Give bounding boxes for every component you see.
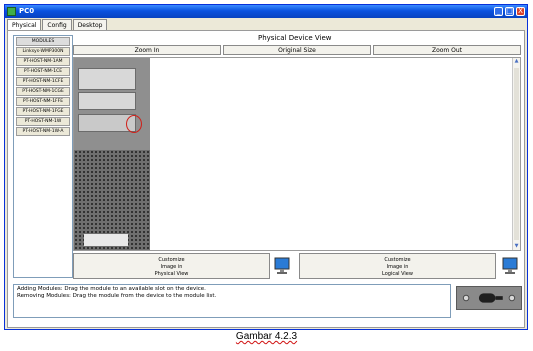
module-item[interactable]: PT-HOST-NM-1W-A (16, 127, 70, 136)
window-title: PC0 (19, 7, 35, 15)
original-size-button[interactable]: Original Size (223, 45, 371, 55)
module-item[interactable]: PT-HOST-NM-1FGE (16, 107, 70, 116)
scroll-down-arrow-icon[interactable]: ▼ (513, 243, 520, 250)
instruction-adding: Adding Modules: Drag the module to an av… (17, 286, 206, 292)
zoom-in-button[interactable]: Zoom In (73, 45, 221, 55)
module-item[interactable]: PT-HOST-NM-1W (16, 117, 70, 126)
customize-physical-line2: Image in (160, 264, 183, 270)
customize-logical-line2: Image in (386, 264, 409, 270)
module-preview-image (456, 286, 522, 310)
pc-tower-image (74, 58, 150, 250)
tab-config[interactable]: Config (42, 19, 72, 30)
scroll-up-arrow-icon[interactable]: ▲ (513, 58, 520, 65)
scrollbar-thumb[interactable] (514, 68, 519, 240)
module-item[interactable]: PT-HOST-NM-1CE (16, 67, 70, 76)
monitor-icon (274, 257, 290, 274)
figure-caption-text: Gambar 4.2.3 (235, 331, 298, 342)
tab-bar: Physical Config Desktop (7, 19, 108, 31)
monitor-icon (502, 257, 518, 274)
close-button[interactable]: X (516, 7, 525, 16)
customize-logical-view-button[interactable]: Customize Image in Logical View (299, 253, 496, 279)
tower-port-panel (84, 234, 128, 246)
physical-device-view-title: Physical Device View (258, 34, 332, 42)
drive-bay (78, 92, 136, 110)
pc0-window: PC0 _ □ X Physical Config Desktop MODULE… (4, 4, 528, 330)
app-icon (7, 7, 16, 16)
figure-caption: Gambar 4.2.3 (0, 330, 533, 344)
highlighted-slot-annotation (126, 115, 142, 133)
module-item[interactable]: Linksys-WMP300N (16, 47, 70, 56)
module-item[interactable]: PT-HOST-NM-1AM (16, 57, 70, 66)
module-item[interactable]: PT-HOST-NM-1FFE (16, 97, 70, 106)
module-item[interactable]: PT-HOST-NM-1CFE (16, 77, 70, 86)
customize-logical-line1: Customize (384, 257, 411, 263)
optical-drive-bay (78, 68, 136, 90)
module-item[interactable]: PT-HOST-NM-1CGE (16, 87, 70, 96)
module-list-header: MODULES (16, 37, 70, 46)
customize-physical-view-button[interactable]: Customize Image in Physical View (73, 253, 270, 279)
canvas-vertical-scrollbar[interactable]: ▲ ▼ (512, 58, 520, 250)
title-bar[interactable]: PC0 _ □ X (5, 5, 527, 18)
customize-physical-line3: Physical View (154, 271, 189, 277)
customize-physical-line1: Customize (158, 257, 185, 263)
module-list[interactable]: MODULES Linksys-WMP300N PT-HOST-NM-1AM P… (13, 35, 73, 278)
customize-logical-line3: Logical View (382, 271, 413, 277)
zoom-out-button[interactable]: Zoom Out (373, 45, 521, 55)
minimize-button[interactable]: _ (494, 7, 503, 16)
device-canvas[interactable]: ▲ ▼ (73, 57, 521, 251)
tab-desktop[interactable]: Desktop (72, 19, 108, 30)
maximize-button[interactable]: □ (505, 7, 514, 16)
instruction-removing: Removing Modules: Drag the module from t… (17, 293, 217, 299)
module-instructions: Adding Modules: Drag the module to an av… (13, 284, 451, 318)
physical-tab-content: MODULES Linksys-WMP300N PT-HOST-NM-1AM P… (7, 30, 525, 328)
